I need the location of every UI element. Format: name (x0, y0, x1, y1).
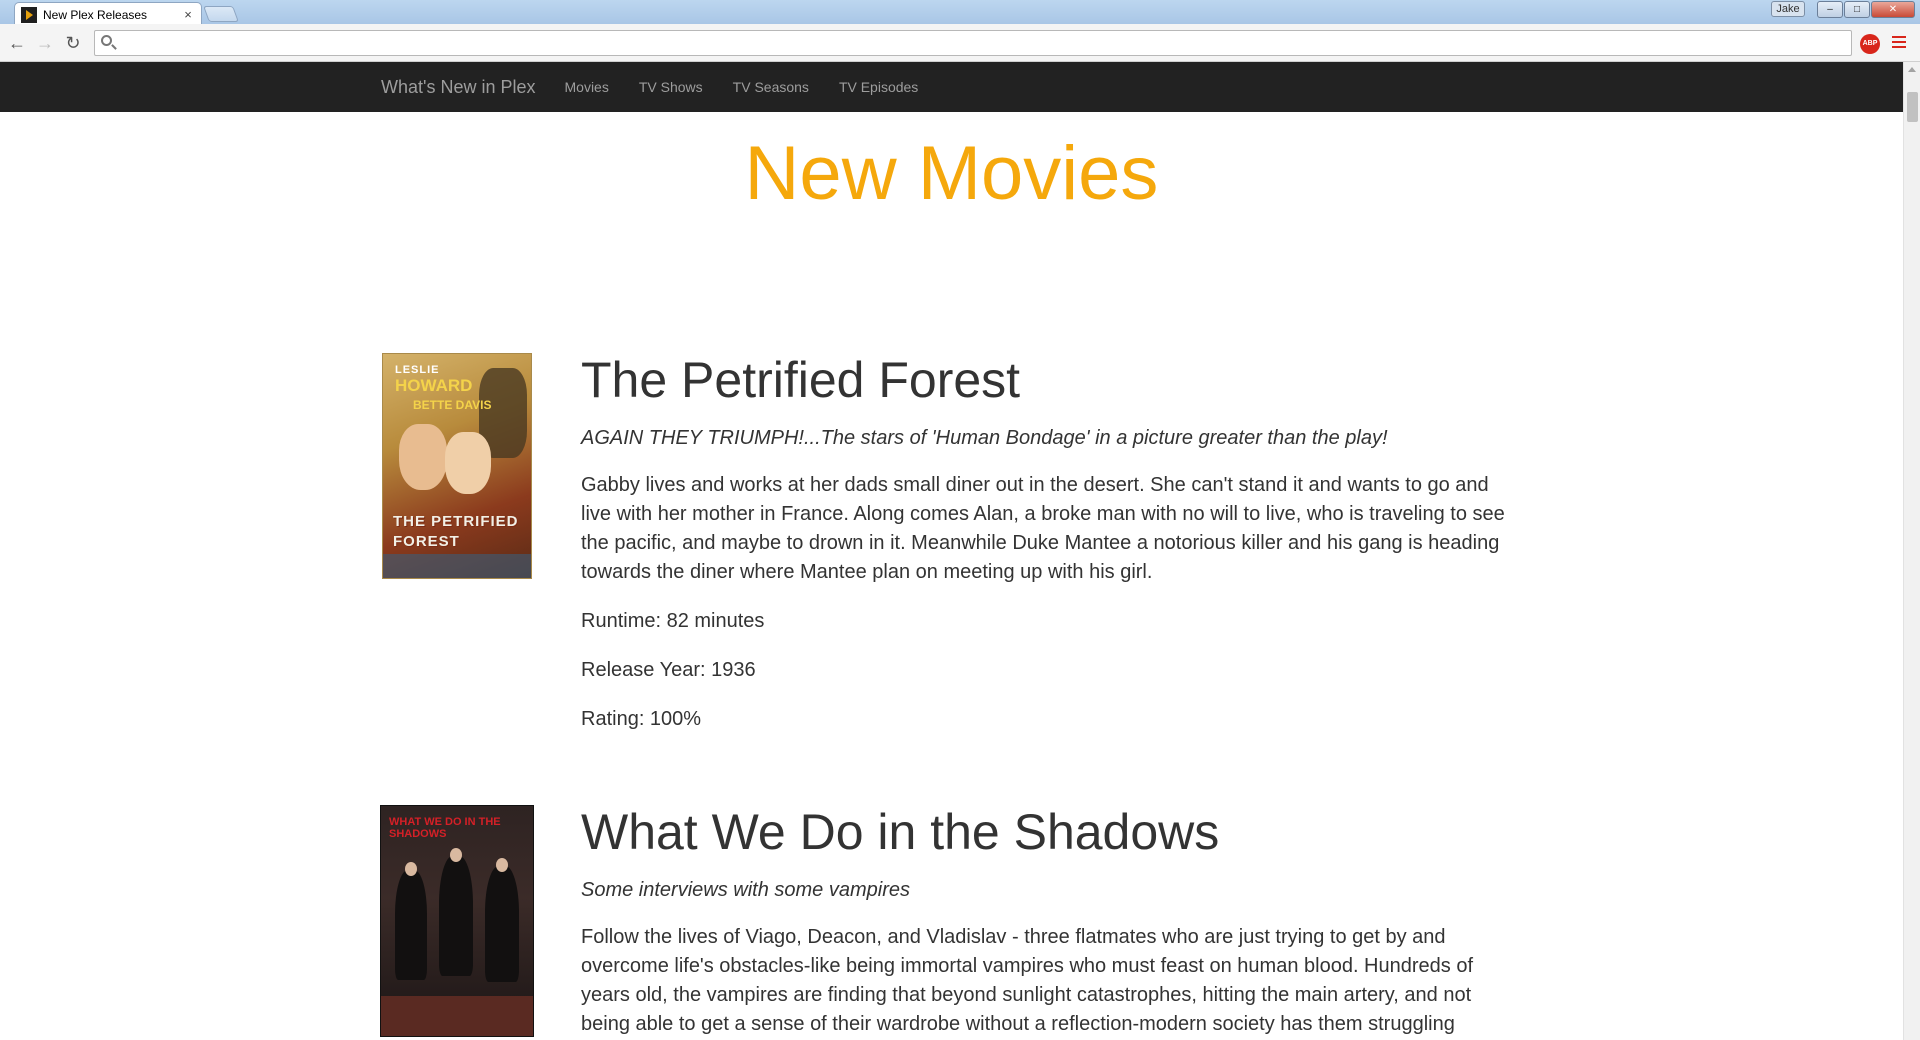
movie-poster[interactable]: WHAT WE DO IN THE SHADOWS (380, 805, 534, 1037)
nav-link-tv-episodes[interactable]: TV Episodes (839, 79, 918, 95)
tab-close-icon[interactable]: × (181, 7, 195, 22)
poster-face (496, 858, 508, 872)
movie-summary: Follow the lives of Viago, Deacon, and V… (581, 925, 1474, 1035)
poster-figure (395, 870, 427, 980)
movie-release-year: Release Year: 1936 (581, 658, 756, 681)
close-window-button[interactable]: ✕ (1871, 1, 1915, 18)
poster-figure (439, 856, 473, 976)
poster-face (405, 862, 417, 876)
movie-tagline: Some interviews with some vampires (581, 879, 910, 901)
back-button[interactable]: ← (6, 32, 28, 54)
movie-title: What We Do in the Shadows (581, 804, 1220, 860)
poster-title-text: THE PETRIFIED FOREST (393, 513, 519, 550)
movie-runtime: Runtime: 82 minutes (581, 609, 765, 632)
poster-face (450, 848, 462, 862)
tab-title: New Plex Releases (43, 7, 148, 22)
plex-favicon-icon (21, 6, 37, 23)
browser-tab[interactable]: New Plex Releases × (14, 2, 202, 26)
movie-title: The Petrified Forest (581, 352, 1021, 408)
poster-face (445, 432, 491, 494)
forward-button[interactable]: → (34, 32, 56, 54)
minimize-button[interactable]: – (1817, 1, 1843, 18)
poster-figure (485, 866, 519, 982)
adblock-icon[interactable]: ABP (1860, 34, 1880, 54)
maximize-button[interactable]: □ (1844, 1, 1870, 18)
poster-text-davis: BETTE DAVIS (413, 398, 492, 412)
address-bar[interactable] (94, 30, 1852, 56)
address-input[interactable] (119, 35, 1851, 51)
new-tab-button[interactable] (203, 6, 239, 22)
poster-face (399, 424, 447, 490)
movie-details: The Petrified Forest AGAIN THEY TRIUMPH!… (581, 353, 1521, 734)
chrome-menu-icon[interactable] (1892, 36, 1906, 50)
reload-button[interactable]: ↻ (62, 32, 84, 54)
poster-floor (381, 996, 533, 1036)
movie-tagline: AGAIN THEY TRIUMPH!...The stars of 'Huma… (581, 427, 1388, 449)
browser-toolbar: ← → ↻ ABP (0, 24, 1920, 62)
page-title: New Movies (744, 131, 1159, 216)
scroll-up-arrow-icon[interactable] (1908, 67, 1916, 72)
movie-rating: Rating: 100% (581, 707, 702, 730)
search-icon (101, 35, 112, 46)
nav-link-tv-seasons[interactable]: TV Seasons (733, 79, 809, 95)
site-navbar: What's New in Plex Movies TV Shows TV Se… (0, 62, 1903, 112)
poster-text-leslie: LESLIE (395, 364, 440, 376)
window-titlebar: New Plex Releases × Jake – □ ✕ (0, 0, 1920, 26)
brand-link[interactable]: What's New in Plex (381, 77, 536, 98)
movie-summary: Gabby lives and works at her dads small … (581, 473, 1505, 583)
poster-text-howard: HOWARD (395, 376, 473, 395)
scroll-thumb[interactable] (1907, 92, 1918, 122)
movie-details: What We Do in the Shadows Some interview… (581, 805, 1521, 1039)
nav-link-movies[interactable]: Movies (565, 79, 609, 95)
page-scrollbar[interactable] (1903, 62, 1920, 1040)
nav-link-tv-shows[interactable]: TV Shows (639, 79, 703, 95)
poster-title-text: WHAT WE DO IN THE SHADOWS (389, 816, 501, 840)
poster-band (383, 554, 531, 578)
profile-button[interactable]: Jake (1771, 1, 1805, 17)
movie-poster[interactable]: LESLIE HOWARD BETTE DAVIS THE PETRIFIED … (382, 353, 532, 579)
